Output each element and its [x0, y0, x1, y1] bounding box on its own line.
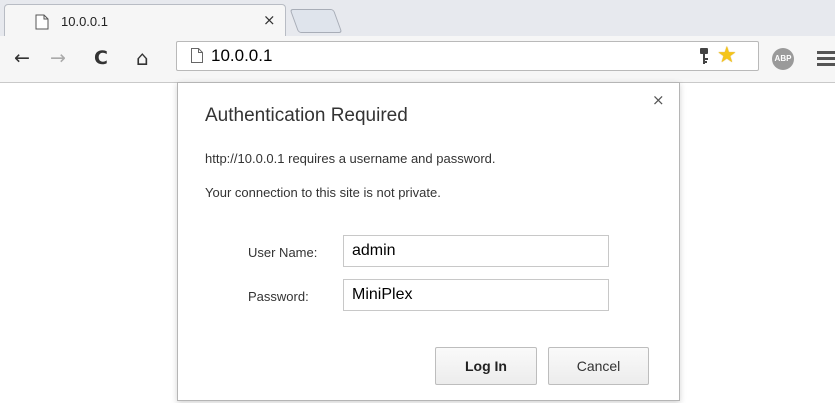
dialog-title: Authentication Required — [205, 105, 408, 126]
menu-icon[interactable] — [817, 51, 835, 69]
page-info-icon[interactable] — [191, 48, 203, 63]
home-icon[interactable]: ⌂ — [136, 48, 149, 68]
privacy-notice: Your connection to this site is not priv… — [205, 185, 441, 200]
forward-icon[interactable]: → — [50, 48, 66, 68]
adblock-icon[interactable]: ABP — [772, 48, 794, 70]
reload-icon[interactable]: C — [94, 48, 108, 68]
url-text[interactable]: 10.0.0.1 — [211, 46, 272, 66]
username-label: User Name: — [248, 245, 318, 260]
browser-tab[interactable]: 10.0.0.1 × — [4, 4, 286, 36]
password-field[interactable] — [343, 279, 609, 311]
tab-close-icon[interactable]: × — [263, 11, 276, 29]
tab-strip: 10.0.0.1 × — [0, 0, 835, 36]
dialog-close-icon[interactable]: × — [652, 91, 665, 109]
browser-toolbar: ← → C ⌂ 10.0.0.1 ★ ABP — [0, 36, 835, 83]
auth-message: http://10.0.0.1 requires a username and … — [205, 151, 496, 166]
auth-dialog: × Authentication Required http://10.0.0.… — [177, 82, 680, 401]
log-in-button[interactable]: Log In — [435, 347, 537, 385]
new-tab-button[interactable] — [289, 9, 343, 33]
address-bar[interactable]: 10.0.0.1 ★ — [176, 41, 759, 71]
key-icon[interactable] — [697, 47, 711, 65]
back-icon[interactable]: ← — [14, 48, 30, 68]
password-label: Password: — [248, 289, 309, 304]
page-icon — [35, 14, 49, 30]
tab-title: 10.0.0.1 — [61, 14, 108, 29]
username-field[interactable] — [343, 235, 609, 267]
cancel-button[interactable]: Cancel — [548, 347, 649, 385]
bookmark-star-icon[interactable]: ★ — [717, 43, 737, 69]
